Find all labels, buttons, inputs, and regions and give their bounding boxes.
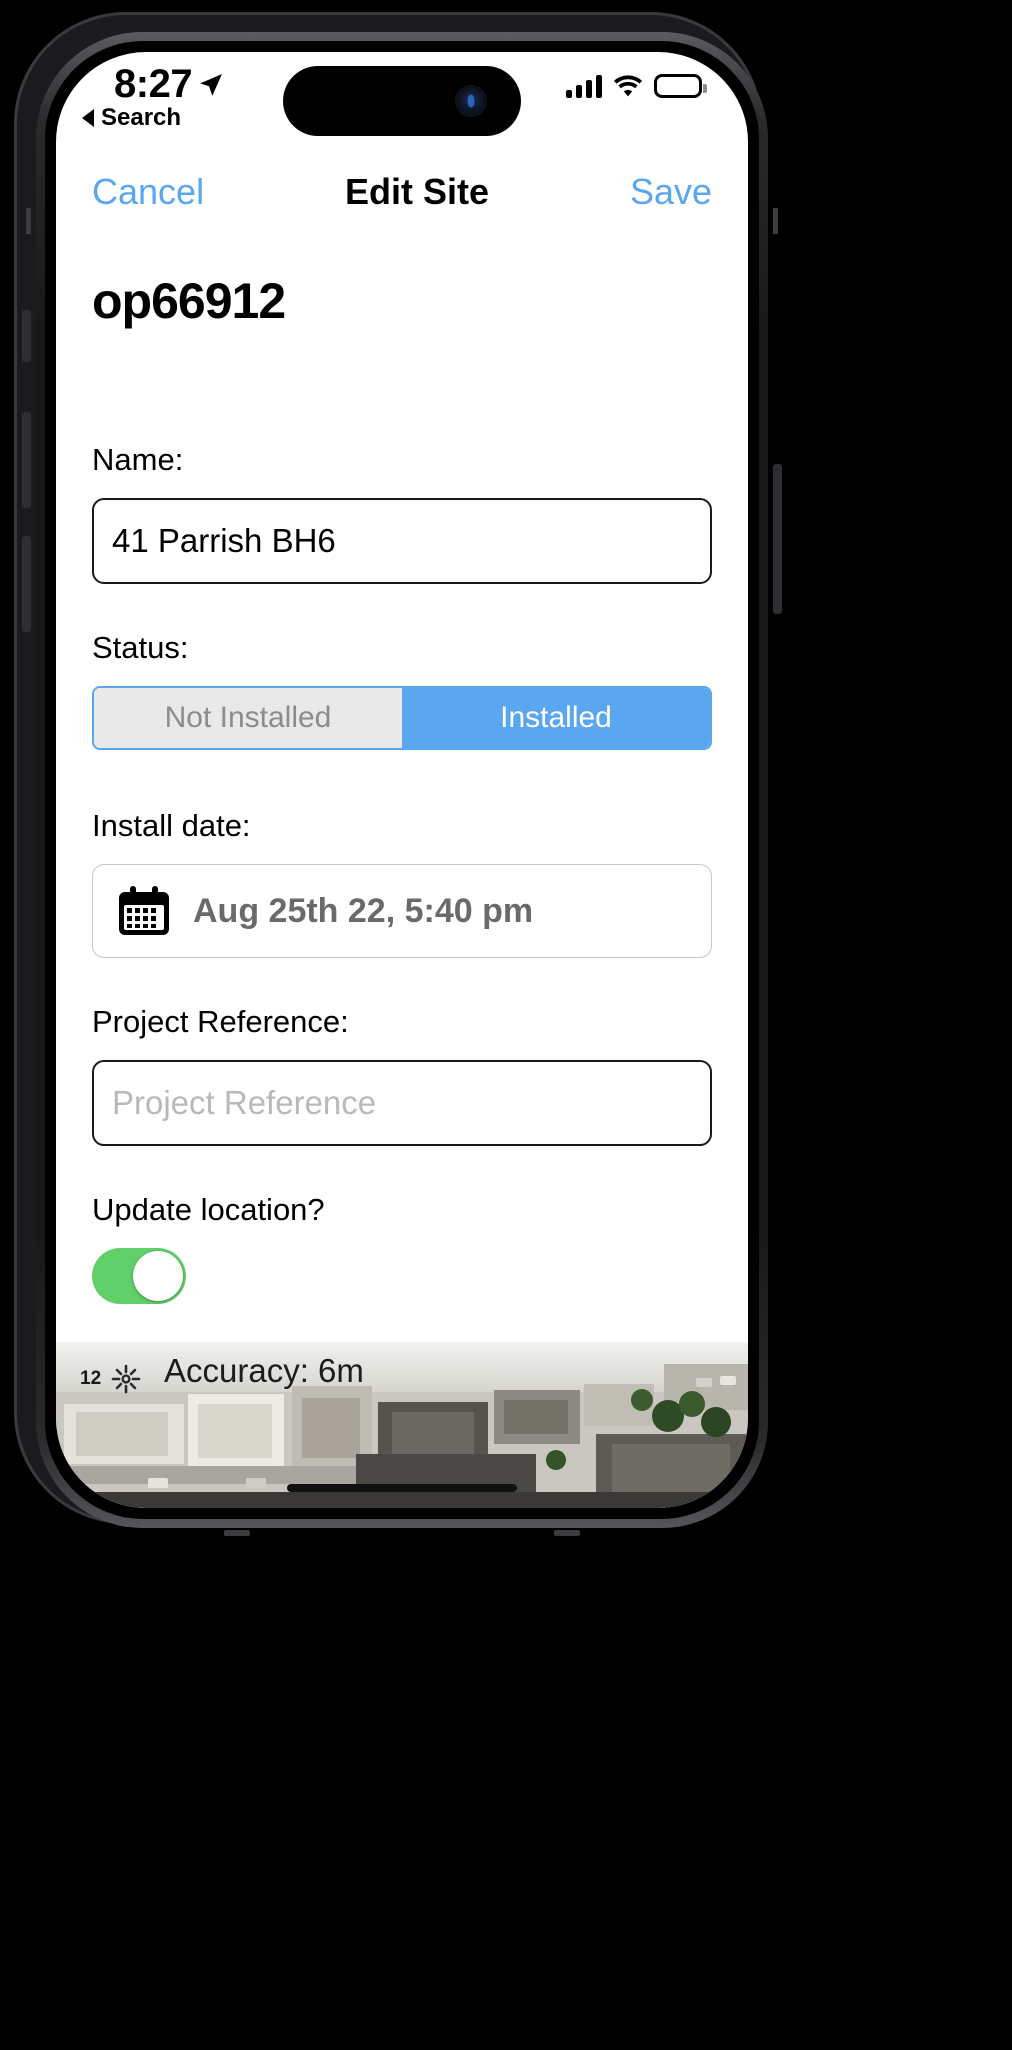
screenshot-stage: 8:27 Search Cancel Edit Site Save op6691…: [0, 0, 1012, 2050]
location-arrow-icon: [200, 74, 222, 96]
install-date-picker[interactable]: Aug 25th 22, 5:40 pm: [92, 864, 712, 958]
update-location-field-group: Update location?: [92, 1192, 712, 1304]
install-date-field-group: Install date: Aug 25th 22, 5:40 pm: [92, 808, 712, 958]
phone-screen: 8:27 Search Cancel Edit Site Save op6691…: [56, 52, 748, 1508]
page-title: Edit Site: [344, 171, 490, 212]
accuracy-label: Accuracy: 6m: [164, 1352, 364, 1389]
power-button[interactable]: [773, 464, 782, 614]
mute-switch[interactable]: [22, 310, 31, 362]
status-segment-installed[interactable]: Installed: [402, 688, 710, 748]
frame-antenna-left: [26, 208, 31, 234]
dynamic-island: [283, 66, 521, 136]
calendar-icon: [119, 886, 169, 935]
back-to-search-label: Search: [101, 104, 182, 131]
cellular-signal-icon: [566, 74, 602, 98]
wifi-icon: [613, 74, 643, 96]
name-field-group: Name: 41 Parrish BH6: [92, 442, 712, 584]
update-location-label: Update location?: [92, 1192, 325, 1227]
status-field-group: Status: Not Installed Installed: [92, 630, 712, 750]
frame-antenna-right: [773, 208, 778, 234]
status-bar-time: 8:27: [114, 62, 193, 106]
save-button[interactable]: Save: [630, 171, 712, 213]
frame-antenna-bottom-left: [224, 1530, 250, 1536]
home-indicator[interactable]: [287, 1484, 517, 1492]
status-bar-indicators: [566, 74, 707, 98]
compass-icon[interactable]: [111, 1364, 141, 1394]
volume-down-button[interactable]: [22, 536, 31, 632]
cancel-button[interactable]: Cancel: [92, 171, 204, 213]
name-input[interactable]: 41 Parrish BH6: [92, 498, 712, 584]
nav-bar: Cancel Edit Site Save: [56, 156, 748, 228]
update-location-toggle[interactable]: [92, 1248, 186, 1304]
spacer-after-status: [92, 750, 712, 808]
status-segmented-control[interactable]: Not Installed Installed: [92, 686, 712, 750]
project-reference-input[interactable]: Project Reference: [92, 1060, 712, 1146]
map-zoom-level: 12: [80, 1368, 102, 1389]
name-label: Name:: [92, 442, 184, 477]
status-segment-not-installed[interactable]: Not Installed: [94, 688, 402, 748]
battery-full-icon: [654, 74, 707, 98]
front-camera-icon: [457, 87, 485, 115]
site-code-heading: op66912: [92, 273, 286, 329]
project-reference-label: Project Reference:: [92, 1004, 349, 1039]
back-caret-icon: [82, 109, 94, 127]
map-zoom-indicator: 12: [80, 1364, 141, 1394]
toggle-knob: [133, 1251, 183, 1301]
phone-frame: 8:27 Search Cancel Edit Site Save op6691…: [14, 12, 782, 1536]
back-to-search-button[interactable]: Search: [82, 104, 181, 132]
location-map[interactable]: 12 Accuracy: 6m: [56, 1342, 748, 1508]
edit-site-form: op66912 Name: 41 Parrish BH6 Status: Not…: [56, 228, 748, 1428]
spacer-after-date: [92, 958, 712, 1004]
spacer-after-project-reference: [92, 1146, 712, 1192]
volume-up-button[interactable]: [22, 412, 31, 508]
frame-antenna-bottom-right: [554, 1530, 580, 1536]
status-label: Status:: [92, 630, 189, 665]
spacer-after-site-code: [92, 330, 712, 442]
spacer-after-name: [92, 584, 712, 630]
install-date-label: Install date:: [92, 808, 251, 843]
install-date-value: Aug 25th 22, 5:40 pm: [193, 891, 534, 930]
project-reference-field-group: Project Reference: Project Reference: [92, 1004, 712, 1146]
